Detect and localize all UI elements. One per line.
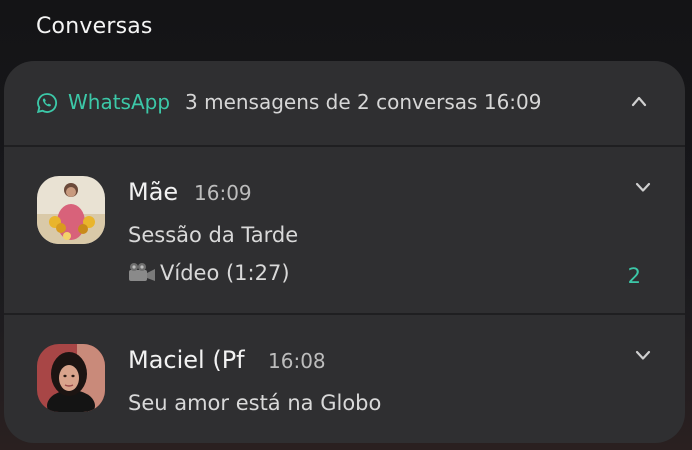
notification-summary: 3 mensagens de 2 conversas 16:09: [185, 90, 541, 114]
message-attachment: Vídeo (1:27): [128, 261, 290, 285]
app-name: WhatsApp: [68, 90, 171, 114]
chevron-up-icon[interactable]: [631, 95, 647, 107]
conversation-item[interactable]: Maciel (Pf 16:08 Seu amor está na Globo: [4, 315, 685, 443]
whatsapp-icon: [36, 93, 58, 114]
sender-name: Maciel (Pf: [128, 346, 245, 374]
section-title: Conversas: [36, 14, 153, 39]
notification-time: 16:09: [483, 90, 542, 114]
message-time: 16:09: [194, 181, 252, 205]
message-text: Seu amor está na Globo: [128, 391, 382, 415]
notification-header[interactable]: WhatsApp 3 mensagens de 2 conversas 16:0…: [4, 61, 685, 146]
message-time: 16:08: [268, 349, 326, 373]
conversation-item[interactable]: Mãe 16:09 Sessão da Tarde Vídeo (1:27) 2: [4, 147, 685, 312]
avatar: [37, 344, 105, 412]
attachment-label: Vídeo (1:27): [160, 261, 290, 285]
sender-name: Mãe: [128, 178, 179, 206]
video-camera-icon: [129, 263, 155, 281]
chevron-down-icon[interactable]: [635, 350, 651, 361]
chevron-down-icon[interactable]: [635, 182, 651, 193]
avatar: [37, 176, 105, 244]
whatsapp-notification-card[interactable]: WhatsApp 3 mensagens de 2 conversas 16:0…: [4, 61, 685, 443]
message-text: Sessão da Tarde: [128, 223, 299, 247]
summary-text: 3 mensagens de 2 conversas: [185, 90, 478, 114]
message-count-badge: 2: [627, 264, 641, 288]
